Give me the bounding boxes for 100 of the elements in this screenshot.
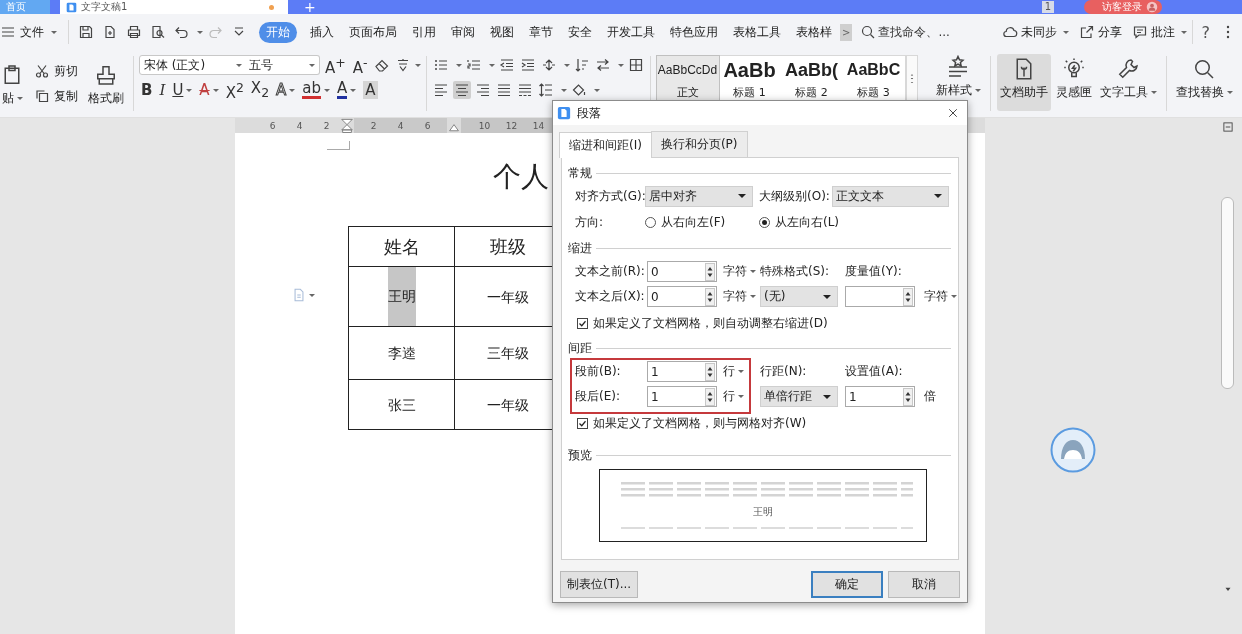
print-preview-icon[interactable] <box>150 24 166 40</box>
caret-icon <box>823 394 831 399</box>
ruler-number: 4 <box>295 120 304 131</box>
dialog-button[interactable]: 取消 <box>888 571 960 598</box>
dropdown[interactable]: 正文文本 <box>831 185 949 207</box>
ribbon-tab[interactable]: 引用 <box>405 21 443 43</box>
font-tool-button[interactable]: A <box>361 81 380 99</box>
ribbon-tab[interactable]: 表格样 <box>789 21 839 43</box>
ribbon-tab[interactable]: 特色应用 <box>663 21 725 43</box>
font-tool-button[interactable]: A$^{+}$ <box>323 53 348 77</box>
document-plus-icon[interactable] <box>102 24 118 40</box>
unit-dropdown[interactable]: 行 <box>723 363 760 380</box>
ribbon-tab[interactable]: 审阅 <box>444 21 482 43</box>
font-tool-button[interactable]: X$_{2}$ <box>248 78 272 102</box>
ruler-number: 12 <box>504 120 519 131</box>
unit-dropdown[interactable]: 字符 <box>723 263 760 280</box>
table-cell-text: 张三 <box>387 395 416 415</box>
document-tab[interactable]: 文字文稿1 <box>60 0 288 14</box>
field-label: 段后(E): <box>575 388 621 405</box>
style-option[interactable]: AaBbCcDd 正文 <box>656 56 719 100</box>
unit-dropdown[interactable]: 行 <box>723 388 760 405</box>
caret-icon <box>563 63 570 67</box>
window-count[interactable]: 1 <box>1041 1 1054 13</box>
spinner-icon[interactable] <box>705 287 715 306</box>
assistant-button[interactable]: 文档助手 <box>996 54 1051 111</box>
unit-dropdown[interactable]: 字符 <box>723 288 760 305</box>
style-option[interactable]: AaBb 标题 1 <box>718 56 781 100</box>
paste-button[interactable]: 贴 <box>0 58 28 109</box>
file-menu[interactable]: 文件 <box>0 23 63 41</box>
ribbon-tab[interactable]: 插入 <box>303 21 341 43</box>
bulb-button[interactable]: 灵感匣 <box>1052 54 1095 111</box>
unit-dropdown[interactable]: 字符 <box>924 288 956 305</box>
dialog-tab[interactable]: 缩进和间距(I) <box>559 132 652 158</box>
save-icon[interactable] <box>78 24 94 40</box>
checkbox[interactable] <box>577 317 588 329</box>
font-tool-button[interactable]: A$^{-}$ <box>350 53 370 77</box>
align-center-icon[interactable] <box>452 81 471 99</box>
font-size-dropdown[interactable]: 五号 <box>245 55 320 75</box>
spin-field[interactable]: 0 <box>647 286 717 307</box>
caret-icon <box>617 63 624 67</box>
spinner-icon[interactable] <box>705 387 715 406</box>
line-spacing-icon[interactable] <box>536 81 555 99</box>
spin-field[interactable] <box>845 286 915 307</box>
search-field[interactable]: 查找命令、... <box>878 25 959 39</box>
copy-button[interactable]: 复制 <box>34 87 78 105</box>
ribbon-tab[interactable]: 页面布局 <box>342 21 404 43</box>
wrench-button[interactable]: 文字工具 <box>1096 54 1160 111</box>
spinner-icon[interactable] <box>705 262 715 281</box>
dropdown[interactable]: 单倍行距 <box>760 386 838 407</box>
collapse-icon[interactable] <box>1221 121 1234 133</box>
font-tool-button[interactable]: ab <box>300 81 333 99</box>
spin-field[interactable]: 1 <box>845 386 915 407</box>
ribbon-tab[interactable]: 安全 <box>561 21 599 43</box>
font-tool-button[interactable]: A <box>197 81 221 99</box>
font-tool-button[interactable]: I <box>157 81 168 99</box>
format-painter-button[interactable]: 格式刷 <box>84 58 128 109</box>
share-button[interactable]: 分享 <box>1078 23 1122 41</box>
table-cell-text: 一年级 <box>486 287 529 307</box>
ribbon-tab[interactable]: 视图 <box>483 21 521 43</box>
cut-button[interactable]: 剪切 <box>34 62 78 80</box>
spinner-icon[interactable] <box>705 362 715 381</box>
undo-icon[interactable] <box>174 24 190 40</box>
spin-field[interactable]: 1 <box>647 386 717 407</box>
font-tool-button[interactable]: B <box>139 81 155 99</box>
checkbox[interactable] <box>577 417 588 429</box>
ribbon-tab[interactable]: 章节 <box>522 21 560 43</box>
dialog-button[interactable]: 确定 <box>811 571 883 598</box>
cloud-button[interactable]: 未同步 <box>1001 23 1069 41</box>
style-option[interactable]: AaBbC 标题 3 <box>842 56 905 100</box>
ribbon-tab[interactable]: 表格工具 <box>726 21 788 43</box>
dialog-button[interactable]: 制表位(T)... <box>560 571 639 598</box>
spin-field[interactable]: 1 <box>647 361 717 382</box>
new-style-button[interactable]: 新样式 <box>931 50 985 101</box>
font-tool-button[interactable]: X$^{2}$ <box>223 78 246 102</box>
font-tool-button[interactable]: U <box>170 81 195 99</box>
font-family-dropdown[interactable]: 宋体 (正文) <box>139 55 247 75</box>
assistant-icon[interactable] <box>1050 427 1096 473</box>
caret-icon <box>738 395 744 398</box>
search-button[interactable]: 查找替换 <box>1172 54 1236 111</box>
print-icon[interactable] <box>126 24 142 40</box>
dropdown[interactable]: (无) <box>760 286 838 307</box>
style-option[interactable]: AaBb( 标题 2 <box>780 56 843 100</box>
section-heading: 常规 <box>568 164 592 182</box>
indent-marker-icon[interactable] <box>340 118 354 133</box>
font-tool-button[interactable]: A <box>335 81 359 99</box>
help-button[interactable]: ? <box>1201 22 1210 42</box>
dropdown[interactable]: 居中对齐 <box>645 185 753 207</box>
spinner-icon[interactable] <box>903 287 913 306</box>
new-tab-button[interactable]: + <box>304 1 316 13</box>
document-title: 个人 <box>493 159 549 195</box>
spin-field[interactable]: 0 <box>647 261 717 282</box>
comment-button[interactable]: 批注 <box>1131 23 1187 41</box>
checkbox-label: 如果定义了文档网格，则自动调整右缩进(D) <box>593 314 828 332</box>
dialog-tab[interactable]: 换行和分页(P) <box>650 131 748 157</box>
section-heading: 缩进 <box>568 239 592 257</box>
scrollbar-thumb[interactable] <box>1221 197 1234 389</box>
close-icon[interactable] <box>947 107 959 119</box>
spinner-icon[interactable] <box>903 387 913 406</box>
scroll-button[interactable]: > <box>840 23 853 41</box>
ribbon-tab[interactable]: 开发工具 <box>600 21 662 43</box>
